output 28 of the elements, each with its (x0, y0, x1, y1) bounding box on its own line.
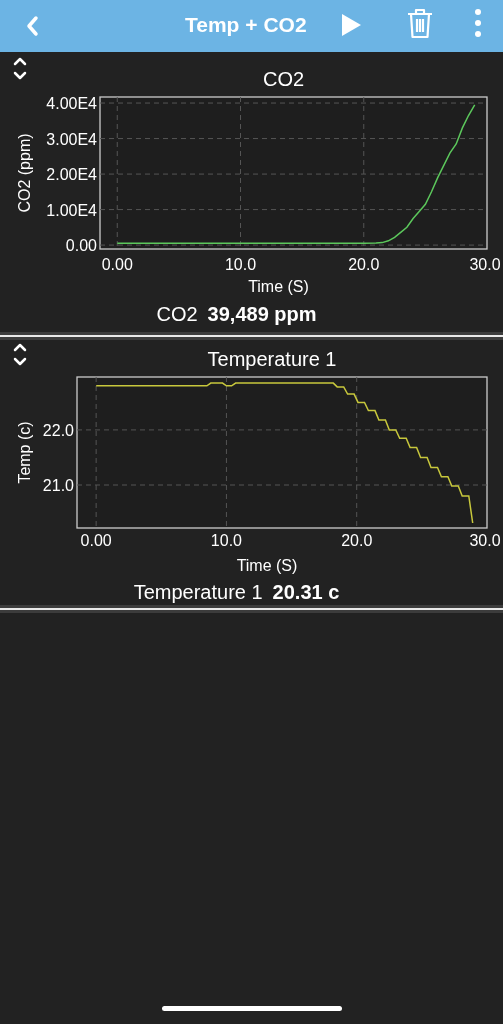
y-tick-label: 4.00E4 (46, 95, 97, 113)
x-tick-label: 10.0 (224, 256, 257, 273)
y-tick-label: 21.0 (42, 477, 74, 494)
x-axis-label: Time (S) (236, 557, 298, 574)
x-tick-label: 0.00 (80, 532, 112, 549)
screen-title: Temp + CO2 (185, 12, 307, 38)
y-axis-label: CO2 (ppm) (16, 133, 33, 213)
x-tick-label: 20.0 (348, 256, 380, 273)
x-tick-label: 10.0 (210, 532, 242, 549)
y-axis-label: Temp (c) (16, 421, 33, 484)
y-tick-label: 3.00E4 (46, 130, 97, 148)
x-tick-label: 20.0 (341, 532, 373, 549)
chart-title: CO2 (262, 68, 305, 90)
x-axis-label: Time (S) (248, 278, 309, 295)
reading-label: Temperature 1 (133, 580, 263, 604)
chart-title: Temperature 1 (207, 348, 337, 370)
y-tick-label: 2.00E4 (46, 166, 97, 184)
back-chevron-icon (25, 15, 39, 37)
reading-value: 20.31 c (272, 580, 340, 604)
delete-button[interactable] (405, 6, 435, 40)
x-tick-label: 30.0 (469, 256, 501, 273)
reading-value: 39,489 ppm (207, 302, 317, 326)
y-tick-label: 0.00 (65, 237, 97, 255)
x-tick-label: 30.0 (469, 532, 501, 549)
y-tick-label: 22.0 (42, 421, 74, 439)
x-tick-label: 0.00 (101, 256, 133, 273)
y-tick-label: 1.00E4 (46, 201, 97, 219)
reading-label: CO2 (156, 302, 198, 326)
